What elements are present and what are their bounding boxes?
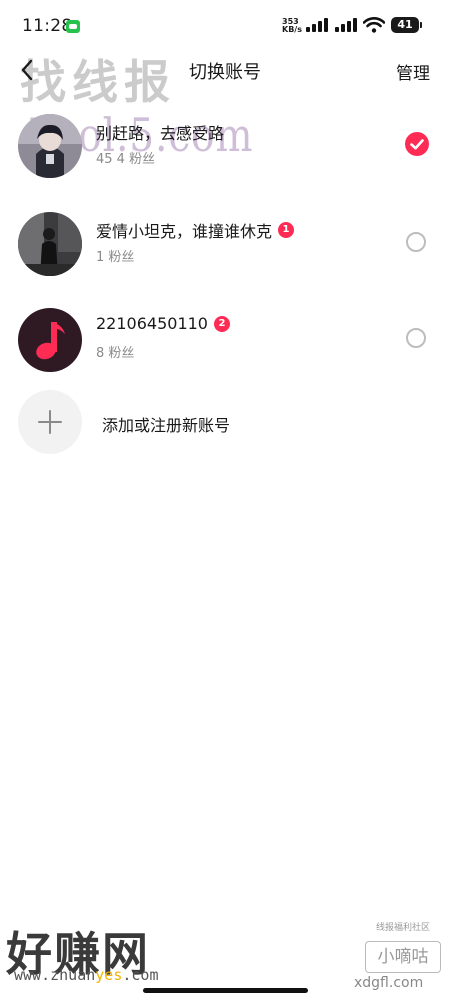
- account-fans: 45 4 粉丝: [96, 152, 156, 167]
- signal-strength-icon: [306, 18, 328, 32]
- add-account-label: 添加或注册新账号: [102, 416, 231, 435]
- unread-badge: 2: [213, 315, 230, 332]
- account-item[interactable]: 爱情小坦克，谁撞谁休克 1 1 粉丝: [0, 202, 450, 292]
- account-selected-radio[interactable]: [405, 132, 429, 156]
- watermark-url: www.zhuanyes.com: [14, 966, 159, 984]
- music-note-icon: [18, 308, 82, 372]
- switch-account-screen: 11:28 353 KB/s 41 找线报 Tool.5.com 切换账号 管理: [0, 0, 450, 1000]
- status-time: 11:28: [22, 16, 73, 36]
- signal-strength-icon: [335, 18, 357, 32]
- check-icon: [410, 139, 424, 150]
- avatar: [18, 114, 82, 178]
- watermark-right-logo: 小嘀咕: [365, 941, 441, 973]
- page-title: 切换账号: [189, 62, 261, 83]
- account-name-row: 别赶路，去感受路: [96, 120, 224, 144]
- home-indicator[interactable]: [143, 988, 308, 993]
- watermark-right-caption: 线报福利社区: [375, 923, 430, 933]
- status-bar: 11:28 353 KB/s 41: [0, 0, 450, 44]
- manage-button[interactable]: 管理: [396, 59, 430, 84]
- unread-badge: 1: [278, 222, 295, 238]
- battery-indicator: 41: [391, 17, 422, 33]
- account-fans: 1 粉丝: [96, 250, 135, 265]
- account-name-row: 爱情小坦克，谁撞谁休克 1: [96, 218, 295, 242]
- account-name: 别赶路，去感受路: [96, 124, 225, 143]
- avatar: [18, 308, 82, 372]
- account-name: 22106450110: [96, 314, 208, 333]
- account-name-row: 22106450110 2: [96, 314, 230, 333]
- account-name: 爱情小坦克，谁撞谁休克: [96, 222, 273, 241]
- account-radio[interactable]: [406, 328, 426, 348]
- account-radio[interactable]: [406, 232, 426, 252]
- account-item[interactable]: 22106450110 2 8 粉丝: [0, 298, 450, 388]
- account-item[interactable]: 别赶路，去感受路 45 4 粉丝: [0, 104, 450, 194]
- message-notification-icon: [66, 20, 80, 33]
- add-account-button[interactable]: 添加或注册新账号: [0, 388, 450, 454]
- network-speed-unit: KB/s: [282, 25, 302, 34]
- watermark-bottom-right: 线报福利社区 小嘀咕: [365, 920, 441, 973]
- wifi-icon: [363, 17, 385, 33]
- plus-icon: [18, 390, 82, 454]
- account-fans: 8 粉丝: [96, 346, 135, 361]
- network-speed: 353 KB/s: [282, 18, 302, 34]
- watermark-right-url: xdgfl.com: [354, 975, 424, 991]
- avatar: [18, 212, 82, 276]
